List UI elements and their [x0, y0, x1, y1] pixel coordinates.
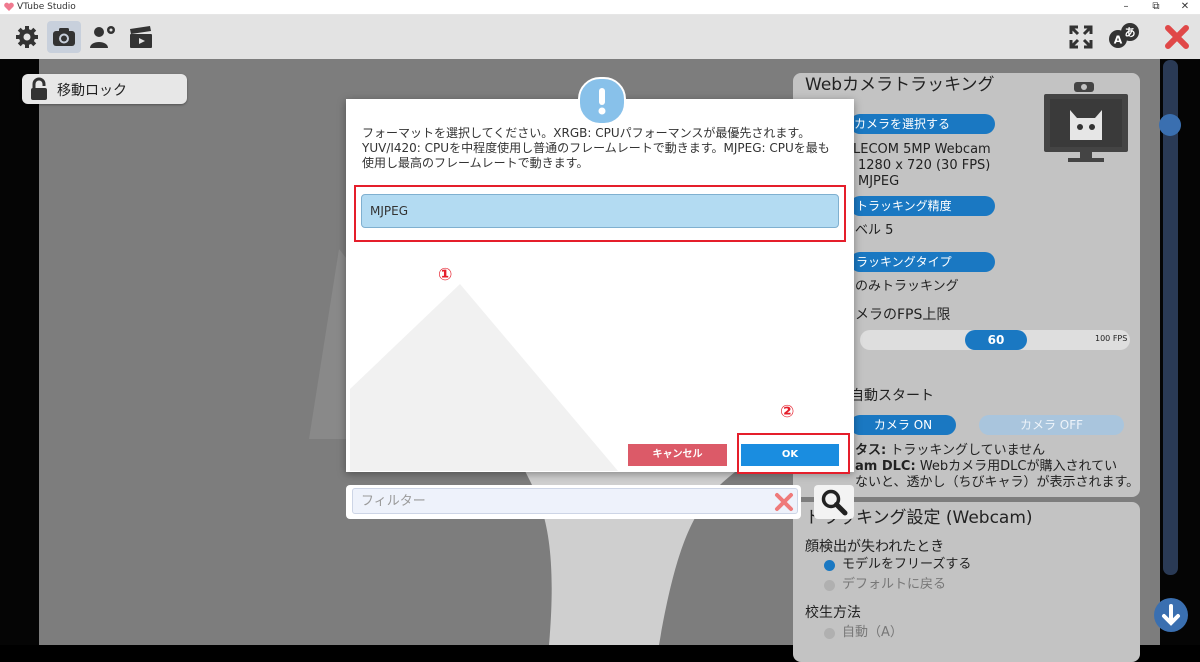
search-icon [821, 489, 848, 516]
calibration-label: 校生方法 [805, 605, 861, 621]
scrollbar-thumb[interactable] [1159, 114, 1181, 136]
language-icon: A あ [1109, 23, 1139, 48]
exclamation-icon [598, 88, 606, 115]
camera-settings-button[interactable] [47, 21, 81, 53]
dialog-background-shape [350, 284, 618, 471]
tracking-type-button[interactable]: ラッキングタイプ [850, 252, 995, 272]
scroll-down-button[interactable] [1154, 598, 1188, 632]
fps-slider-handle[interactable]: 60 [965, 330, 1027, 350]
tracking-accuracy-label: トラッキング精度 [856, 199, 952, 213]
movement-lock-label: 移動ロック [57, 83, 127, 99]
calibration-auto-label: 自動（A） [842, 625, 903, 640]
window-close-button[interactable]: ✕ [1170, 0, 1200, 14]
annotation-marker-2: ② [780, 402, 795, 422]
camera-format: MJPEG [858, 174, 900, 189]
language-glyph-a: A [1114, 34, 1123, 47]
camera-resolution: 1280 x 720 (30 FPS) [858, 158, 991, 173]
dialog-message: フォーマットを選択してください。XRGB: CPUパフォーマンスが最優先されます… [362, 126, 830, 170]
vtube-studio-logo-icon [4, 2, 14, 12]
camera-off-label: カメラ OFF [1019, 418, 1084, 432]
gear-icon [16, 26, 38, 48]
dlc-row: am DLC: Webカメラ用DLCが購入されてい [855, 459, 1117, 475]
webcam-cat-illustration-icon [1044, 82, 1128, 162]
face-lost-label: 顔検出が失われたとき [805, 539, 945, 555]
panel-scrollbar[interactable] [1163, 60, 1178, 575]
search-button[interactable] [814, 485, 854, 519]
webcam-panel-title: Webカメラトラッキング [805, 75, 995, 95]
fullscreen-button[interactable] [1064, 21, 1098, 53]
camera-on-button[interactable]: カメラ ON [850, 415, 956, 435]
status-value: トラッキングしていません [890, 443, 1046, 458]
annotation-marker-1: ① [438, 265, 453, 285]
minimize-button[interactable]: – [1111, 0, 1141, 14]
movement-lock-toggle[interactable]: 移動ロック [22, 74, 187, 104]
user-settings-icon [90, 26, 115, 48]
tracking-accuracy-button[interactable]: トラッキング精度 [850, 196, 995, 216]
clear-filter-icon[interactable] [774, 492, 794, 512]
fps-limit-label: メラのFPS上限 [855, 307, 951, 323]
calibration-auto-radio[interactable] [824, 628, 835, 639]
model-settings-button[interactable] [85, 21, 119, 53]
fullscreen-icon [1069, 25, 1093, 49]
highlight-frame-format [354, 185, 846, 242]
left-sidebar-background [0, 59, 39, 645]
status-label: タス: [855, 443, 887, 458]
highlight-frame-ok [737, 433, 850, 474]
scene-settings-button[interactable] [124, 21, 158, 53]
freeze-model-radio[interactable] [824, 560, 835, 571]
select-camera-label: カメラを選択する [854, 117, 951, 131]
settings-button[interactable] [10, 21, 44, 53]
alert-icon [578, 77, 626, 125]
clapperboard-icon [130, 26, 152, 48]
arrow-down-icon [1162, 604, 1180, 626]
maximize-button[interactable]: ⧉ [1141, 0, 1171, 14]
dlc-value: Webカメラ用DLCが購入されてい [919, 459, 1118, 474]
dlc-label: am DLC: [855, 459, 916, 474]
return-default-label: デフォルトに戻る [842, 577, 947, 592]
camera-off-button[interactable]: カメラ OFF [979, 415, 1124, 435]
close-app-button[interactable] [1160, 21, 1194, 53]
select-camera-button[interactable]: カメラを選択する [850, 114, 995, 134]
tracking-type-label: ラッキングタイプ [856, 255, 952, 269]
tracking-type-value: のみトラッキング [855, 279, 959, 294]
freeze-model-label: モデルをフリーズする [842, 557, 972, 572]
return-default-radio[interactable] [824, 580, 835, 591]
window-title: VTube Studio [17, 2, 76, 12]
camera-on-label: カメラ ON [873, 418, 933, 432]
language-glyph-b: あ [1125, 26, 1136, 39]
lock-icon [31, 77, 47, 100]
filter-input[interactable] [352, 488, 798, 514]
dlc-value-line2: ないと、透かし（ちびキャラ）が表示されます。 [855, 475, 1140, 490]
close-app-icon [1165, 25, 1189, 49]
auto-start-label: 自動スタート [850, 388, 934, 404]
tracking-accuracy-value: ベル 5 [855, 223, 894, 238]
camera-name: LECOM 5MP Webcam [853, 142, 991, 157]
cancel-button[interactable]: キャンセル [628, 444, 727, 466]
toolbar: A あ [0, 15, 1200, 59]
camera-icon [53, 28, 75, 46]
title-bar: VTube Studio – ⧉ ✕ [0, 0, 1200, 15]
status-row: タス: トラッキングしていません [855, 443, 1045, 459]
fps-max-label: 100 FPS [1095, 334, 1128, 343]
language-button[interactable]: A あ [1108, 21, 1142, 53]
